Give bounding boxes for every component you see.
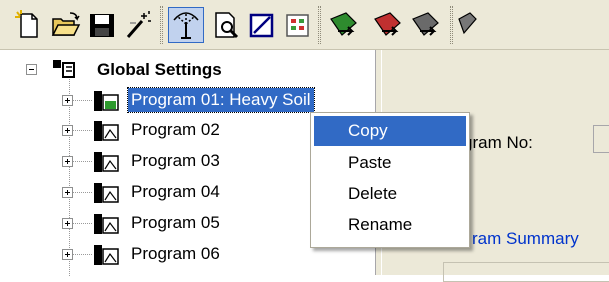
tree-item-program-05[interactable]: Program 05 <box>128 211 223 235</box>
edit-box-icon[interactable] <box>246 9 278 41</box>
magic-wand-icon[interactable] <box>122 9 154 41</box>
send-red-icon[interactable] <box>372 9 404 41</box>
expand-toggle[interactable] <box>62 95 73 106</box>
grid-icon[interactable] <box>282 9 314 41</box>
save-icon[interactable] <box>86 9 118 41</box>
program-no-field[interactable] <box>593 125 609 153</box>
partial-toolbar-icon[interactable] <box>456 9 488 41</box>
new-icon[interactable] <box>12 9 44 41</box>
toolbar <box>0 0 609 50</box>
tree-line <box>70 100 92 101</box>
details-groupbox <box>443 262 609 282</box>
global-settings-icon <box>52 59 76 84</box>
expand-toggle[interactable] <box>62 249 73 260</box>
expand-toggle[interactable] <box>62 187 73 198</box>
tree-root-label[interactable]: Global Settings <box>94 58 225 82</box>
expand-toggle[interactable] <box>62 218 73 229</box>
menu-item-copy[interactable]: Copy <box>314 116 466 146</box>
tree-line <box>70 130 92 131</box>
context-menu: Copy Paste Delete Rename <box>310 112 470 248</box>
tree-line <box>69 76 70 276</box>
program-active-icon <box>92 90 120 117</box>
program-icon <box>92 244 120 271</box>
tree-line <box>70 254 92 255</box>
collapse-toggle[interactable] <box>26 64 37 75</box>
program-no-label: gram No: <box>463 133 533 152</box>
tree-line <box>70 223 92 224</box>
tree-line <box>70 161 92 162</box>
menu-item-rename[interactable]: Rename <box>314 210 466 240</box>
program-icon <box>92 120 120 147</box>
send-gray-icon[interactable] <box>410 9 442 41</box>
menu-item-paste[interactable]: Paste <box>314 148 466 178</box>
send-green-icon[interactable] <box>328 9 360 41</box>
toolbar-separator <box>318 6 321 44</box>
tree-line <box>70 192 92 193</box>
expand-toggle[interactable] <box>62 125 73 136</box>
toolbar-separator <box>160 6 163 44</box>
tree-item-program-06[interactable]: Program 06 <box>128 242 223 266</box>
print-preview-icon[interactable] <box>210 9 242 41</box>
tree-item-program-01[interactable]: Program 01: Heavy Soil <box>127 87 315 113</box>
program-summary-link[interactable]: ram Summary <box>472 229 579 249</box>
tree-item-program-04[interactable]: Program 04 <box>128 180 223 204</box>
open-folder-icon[interactable] <box>50 9 82 41</box>
expand-toggle[interactable] <box>62 156 73 167</box>
program-icon <box>92 151 120 178</box>
tree-item-program-02[interactable]: Program 02 <box>128 118 223 142</box>
menu-item-delete[interactable]: Delete <box>314 179 466 209</box>
sprinkler-icon[interactable] <box>168 7 204 43</box>
program-icon <box>92 213 120 240</box>
tree-item-program-03[interactable]: Program 03 <box>128 149 223 173</box>
program-icon <box>92 182 120 209</box>
toolbar-separator <box>450 6 453 44</box>
